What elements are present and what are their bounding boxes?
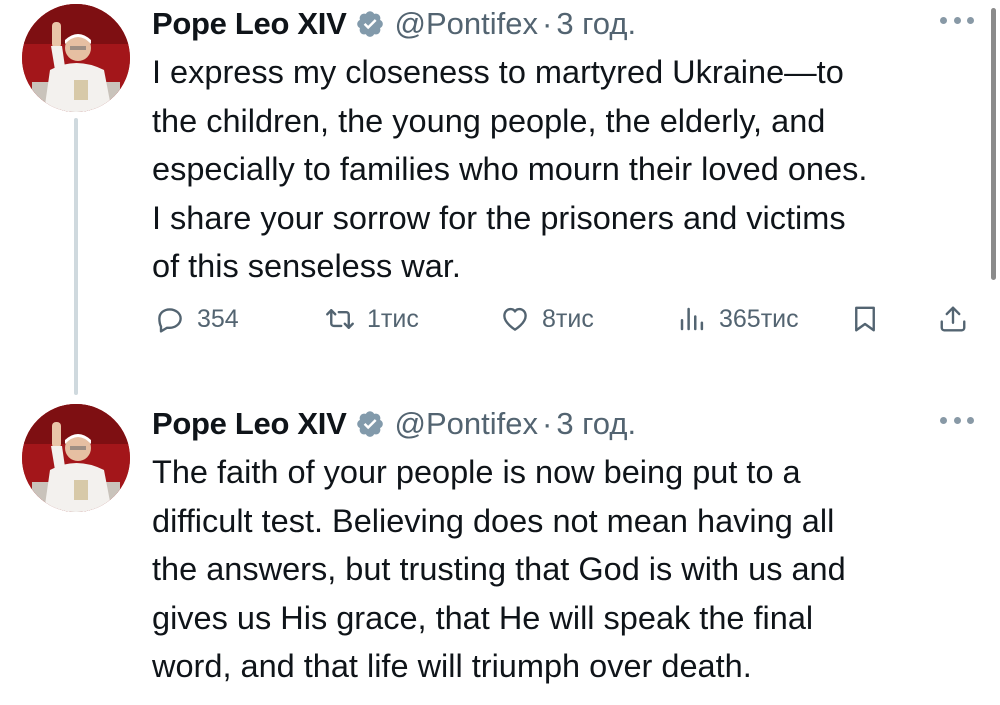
tweet-text-line: word, and that life will triumph over de… xyxy=(152,648,752,684)
views-icon xyxy=(680,307,704,331)
author-handle[interactable]: @Pontifex xyxy=(395,406,538,442)
verified-badge-icon xyxy=(355,409,385,439)
bookmark-button[interactable] xyxy=(850,304,892,334)
avatar[interactable] xyxy=(22,404,130,512)
timestamp[interactable]: 3 год. xyxy=(556,406,636,442)
bookmark-icon xyxy=(855,306,875,332)
tweet-header: Pope Leo XIV @Pontifex · 3 год. xyxy=(152,402,636,446)
tweet-text-line: difficult test. Believing does not mean … xyxy=(152,502,835,539)
repost-count: 1тис xyxy=(367,304,419,333)
tweet-text: The faith of your people is now being pu… xyxy=(152,448,997,691)
more-options-icon[interactable] xyxy=(940,10,974,30)
like-count: 8тис xyxy=(542,304,594,333)
repost-button[interactable]: 1тис xyxy=(325,304,419,334)
timestamp[interactable]: 3 год. xyxy=(556,6,636,42)
reply-button[interactable]: 354 xyxy=(155,304,239,334)
author-name[interactable]: Pope Leo XIV xyxy=(152,406,347,442)
tweet-actions: 354 1тис 8тис 365тис xyxy=(0,304,1000,348)
verified-badge-icon xyxy=(355,9,385,39)
reply-icon xyxy=(158,308,182,333)
tweet-text-line: the answers, but trusting that God is wi… xyxy=(152,551,846,587)
thread-connector-line xyxy=(74,118,78,395)
dot-separator: · xyxy=(541,406,553,441)
share-icon xyxy=(940,306,966,332)
author-handle[interactable]: @Pontifex xyxy=(395,6,538,42)
tweet-text-line: the children, the young people, the elde… xyxy=(152,102,826,139)
tweet-text-line: of this senseless war. xyxy=(152,248,461,284)
share-button[interactable] xyxy=(938,304,980,334)
repost-icon xyxy=(326,309,354,329)
tweet-text-line: The faith of your people is now being pu… xyxy=(152,454,801,490)
like-icon xyxy=(503,307,527,331)
tweet-text-line: I share your sorrow for the prisoners an… xyxy=(152,199,846,236)
tweet-text-line: I express my closeness to martyred Ukrai… xyxy=(152,54,844,90)
tweet-text: I express my closeness to martyred Ukrai… xyxy=(152,48,997,291)
tweet-header: Pope Leo XIV @Pontifex · 3 год. xyxy=(152,2,636,46)
avatar[interactable] xyxy=(22,4,130,112)
like-button[interactable]: 8тис xyxy=(500,304,594,334)
dot-separator: · xyxy=(541,6,553,41)
author-name[interactable]: Pope Leo XIV xyxy=(152,6,347,42)
more-options-icon[interactable] xyxy=(940,410,974,430)
reply-count: 354 xyxy=(197,304,239,333)
views-button[interactable]: 365тис xyxy=(677,304,799,334)
tweet-text-line: especially to families who mourn their l… xyxy=(152,151,868,187)
tweet-text-line: gives us His grace, that He will speak t… xyxy=(152,599,814,636)
views-count: 365тис xyxy=(719,304,799,333)
